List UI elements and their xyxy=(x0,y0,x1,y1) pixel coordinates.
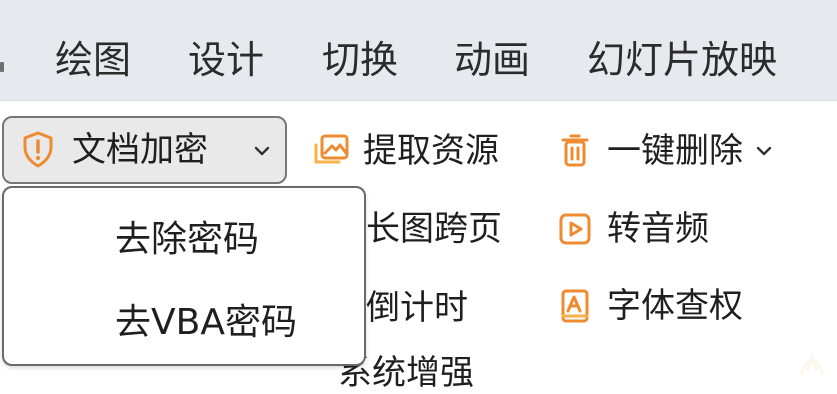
menu-item-animations[interactable]: 动画 xyxy=(454,36,530,84)
countdown-button[interactable]: 倒计时 xyxy=(366,288,468,328)
menu-item-slide-show[interactable]: 幻灯片放映 xyxy=(587,36,777,84)
countdown-label: 倒计时 xyxy=(366,288,468,328)
document-encryption-label: 文档加密 xyxy=(72,130,208,170)
to-audio-label: 转音频 xyxy=(607,209,709,249)
document-encryption-button[interactable]: 文档加密 xyxy=(2,116,287,184)
menu-bar: 绘图 设计 切换 动画 幻灯片放映 xyxy=(0,0,837,101)
dropdown-item-remove-password[interactable]: 去除密码 xyxy=(4,198,364,282)
chevron-down-icon xyxy=(251,140,273,162)
to-audio-button[interactable]: 转音频 xyxy=(555,209,709,249)
trash-icon xyxy=(555,131,595,171)
menu-item-transitions[interactable]: 切换 xyxy=(322,36,398,84)
play-square-icon xyxy=(555,209,595,249)
long-image-spread-button[interactable]: 长图跨页 xyxy=(366,209,502,249)
long-image-spread-label: 长图跨页 xyxy=(366,209,502,249)
font-book-icon xyxy=(555,286,595,326)
font-copyright-label: 字体查权 xyxy=(607,286,743,326)
chevron-down-icon xyxy=(751,138,777,164)
shield-alert-icon xyxy=(18,130,58,170)
extract-resources-label: 提取资源 xyxy=(363,131,499,171)
dropdown-item-remove-vba-password[interactable]: 去VBA密码 xyxy=(4,281,364,365)
menu-item-design[interactable]: 设计 xyxy=(188,36,264,84)
powerpoint-ribbon-screenshot: 绘图 设计 切换 动画 幻灯片放映 文档加密 提取资源 一键删除 长图跨页 转音… xyxy=(0,0,837,394)
document-encryption-dropdown: 去除密码 去VBA密码 xyxy=(2,186,366,366)
extract-resources-button[interactable]: 提取资源 xyxy=(311,131,499,171)
left-edge-tick xyxy=(0,62,4,72)
faint-watermark-icon xyxy=(799,352,825,376)
one-click-delete-label: 一键删除 xyxy=(607,131,743,171)
menu-item-draw[interactable]: 绘图 xyxy=(55,36,131,84)
font-copyright-button[interactable]: 字体查权 xyxy=(555,286,743,326)
image-extract-icon xyxy=(311,131,351,171)
one-click-delete-button[interactable]: 一键删除 xyxy=(555,131,777,171)
